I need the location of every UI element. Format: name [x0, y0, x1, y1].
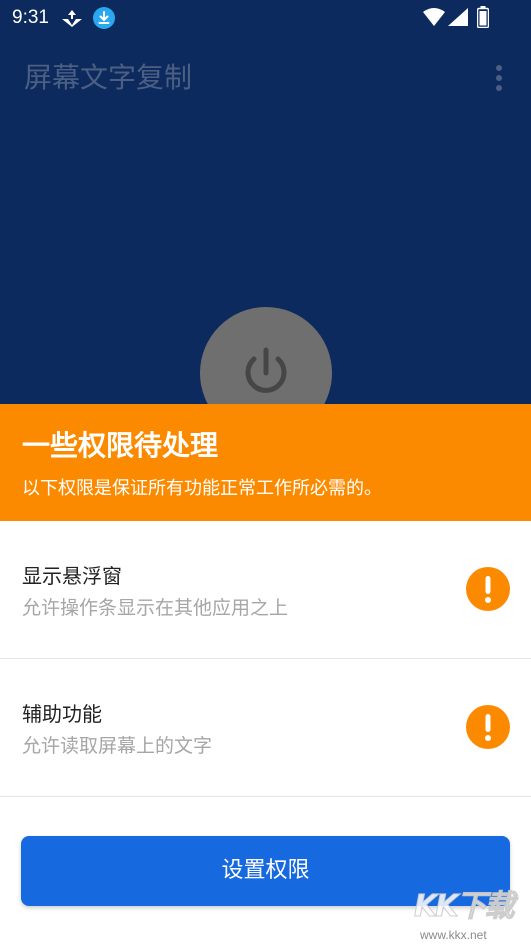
- permission-row-accessibility[interactable]: 辅助功能 允许读取屏幕上的文字: [0, 659, 531, 797]
- watermark: KK下载 www.kkx.net: [412, 888, 530, 944]
- wifi-icon: [423, 8, 445, 30]
- battery-icon: [476, 6, 490, 32]
- permission-title: 显示悬浮窗: [22, 564, 122, 588]
- warning-icon[interactable]: [466, 567, 510, 611]
- power-icon: [245, 347, 287, 393]
- watermark-logo: KK下载: [414, 889, 515, 925]
- download-icon: [93, 7, 115, 33]
- watermark-url: www.kkx.net: [420, 928, 487, 942]
- permission-description: 允许操作条显示在其他应用之上: [22, 597, 289, 619]
- sheet-subtitle: 以下权限是保证所有功能正常工作所必需的。: [22, 478, 382, 499]
- status-time: 9:31: [12, 7, 49, 28]
- more-vertical-icon[interactable]: [484, 60, 514, 96]
- warning-icon[interactable]: [466, 705, 510, 749]
- app-notification-icon: [60, 8, 84, 32]
- permission-title: 辅助功能: [22, 702, 102, 726]
- permissions-sheet: 一些权限待处理 以下权限是保证所有功能正常工作所必需的。 显示悬浮窗 允许操作条…: [0, 404, 531, 944]
- sheet-title: 一些权限待处理: [22, 429, 219, 462]
- app-title: 屏幕文字复制: [24, 61, 193, 94]
- status-bar: 9:31: [0, 0, 531, 36]
- sheet-header: 一些权限待处理 以下权限是保证所有功能正常工作所必需的。: [0, 404, 531, 521]
- permission-description: 允许读取屏幕上的文字: [22, 735, 213, 757]
- permission-row-overlay[interactable]: 显示悬浮窗 允许操作条显示在其他应用之上: [0, 521, 531, 659]
- signal-icon: [448, 8, 468, 30]
- screen: 9:31 屏幕文字复制 一些权限待处理 以下权限是保证所有功能正常工作所必需的。…: [0, 0, 531, 944]
